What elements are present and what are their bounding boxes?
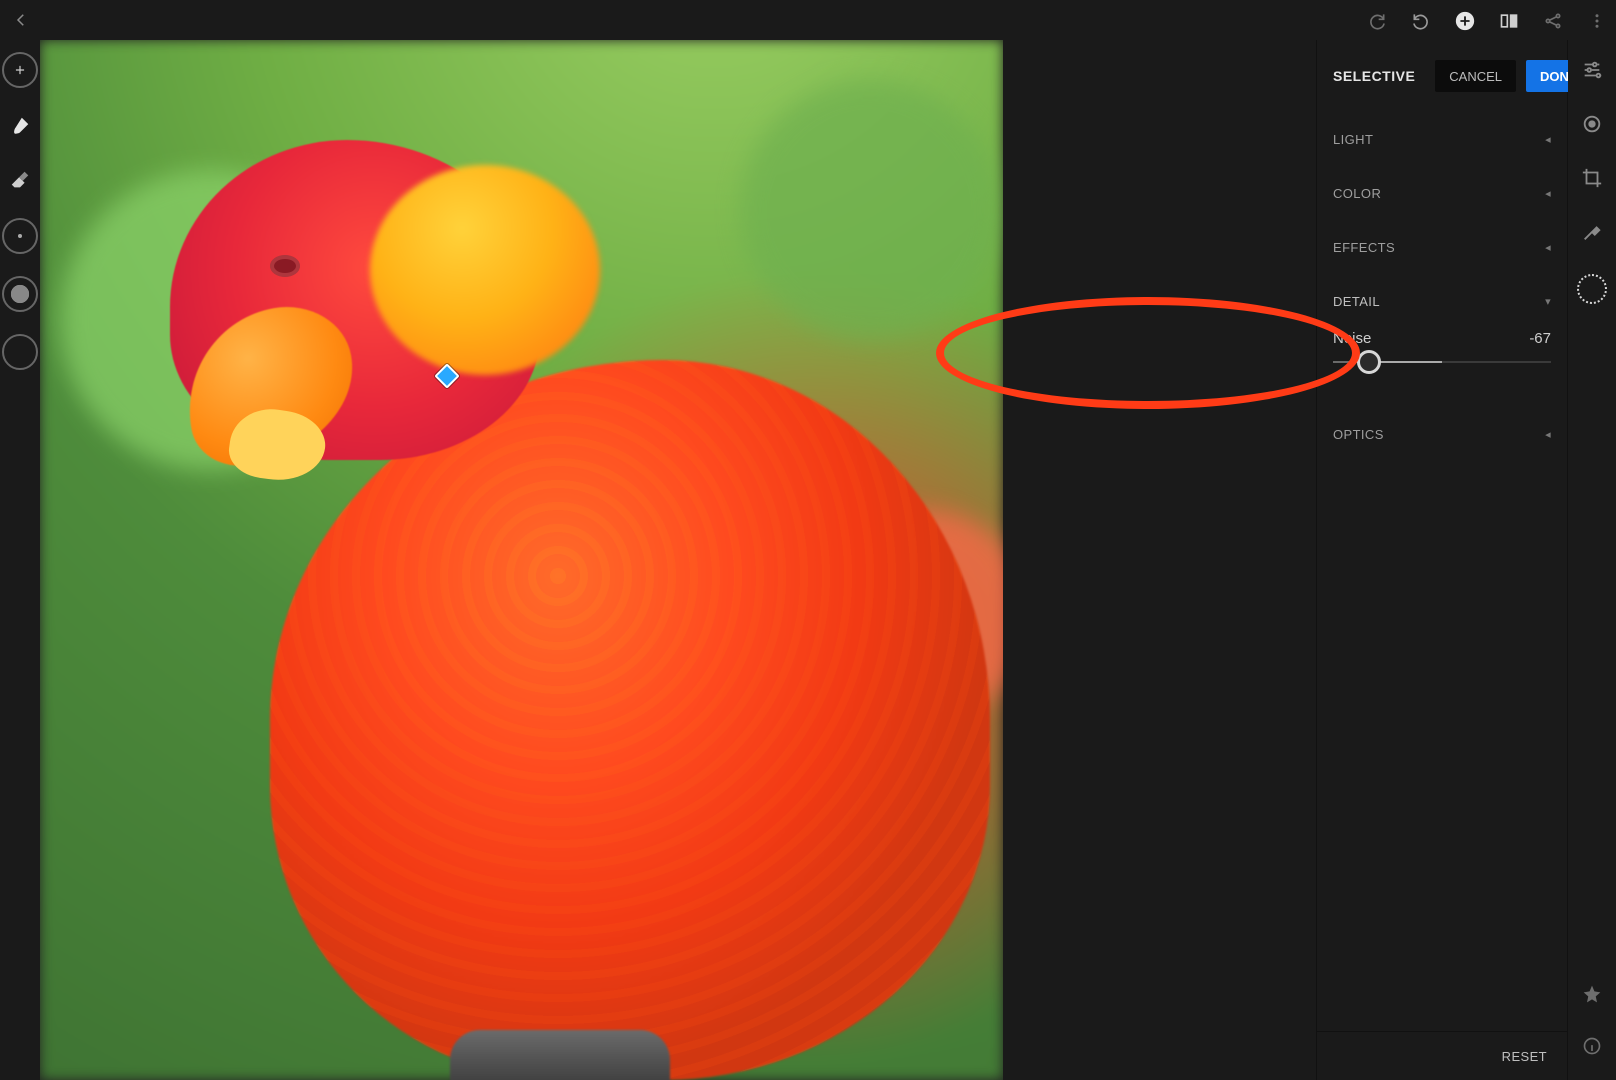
cancel-button[interactable]: CANCEL	[1435, 60, 1516, 92]
adjust-panel: SELECTIVE CANCEL DONE LIGHT ◂ COLOR ◂ EF…	[1316, 40, 1568, 1080]
crop-icon	[1581, 167, 1603, 189]
noise-slider-block: Noise -67	[1333, 328, 1551, 381]
image-canvas[interactable]	[40, 40, 1003, 1080]
compare-icon	[1498, 11, 1520, 31]
eraser-tool[interactable]	[4, 164, 36, 196]
share-icon	[1543, 11, 1563, 31]
more-button[interactable]	[1586, 10, 1608, 32]
back-arrow-icon	[12, 11, 30, 29]
section-detail[interactable]: DETAIL ▾ Noise -67	[1317, 274, 1567, 381]
star-icon	[1582, 984, 1602, 1004]
selective-tool[interactable]	[1577, 274, 1607, 304]
slider-label: Noise	[1333, 330, 1371, 347]
filled-circle-tool[interactable]	[2, 276, 38, 312]
compare-button[interactable]	[1498, 10, 1520, 32]
top-actions	[1366, 6, 1608, 36]
adjust-tool[interactable]	[1580, 58, 1604, 82]
undo-icon	[1411, 11, 1431, 31]
brush-tool[interactable]	[4, 110, 36, 142]
section-label: LIGHT	[1333, 132, 1373, 147]
share-button[interactable]	[1542, 10, 1564, 32]
noise-slider[interactable]	[1333, 361, 1551, 363]
sliders-icon	[1581, 59, 1603, 81]
section-effects[interactable]: EFFECTS ◂	[1317, 220, 1567, 274]
panel-footer: RESET	[1317, 1031, 1567, 1080]
reset-button[interactable]: RESET	[1502, 1049, 1547, 1064]
slider-value: -67	[1529, 330, 1551, 347]
photo	[40, 40, 1003, 1080]
section-label: COLOR	[1333, 186, 1381, 201]
eraser-icon	[9, 169, 31, 191]
add-icon	[1454, 10, 1476, 32]
back-button[interactable]	[6, 5, 36, 35]
chevron-left-icon: ◂	[1545, 241, 1551, 254]
panel-header: SELECTIVE CANCEL DONE	[1317, 40, 1567, 112]
panel-title: SELECTIVE	[1333, 68, 1415, 84]
left-toolbar	[0, 40, 40, 370]
redo-button[interactable]	[1366, 10, 1388, 32]
chevron-down-icon: ▾	[1545, 295, 1551, 308]
presets-icon	[1581, 113, 1603, 135]
section-optics[interactable]: OPTICS ◂	[1317, 407, 1567, 461]
chevron-left-icon: ◂	[1545, 187, 1551, 200]
eyedropper-icon	[1581, 221, 1603, 243]
add-button[interactable]	[1454, 10, 1476, 32]
empty-circle-tool[interactable]	[2, 334, 38, 370]
rate-button[interactable]	[1580, 982, 1604, 1006]
info-icon	[1582, 1036, 1602, 1056]
undo-button[interactable]	[1410, 10, 1432, 32]
panel-sections: LIGHT ◂ COLOR ◂ EFFECTS ◂ DETAIL ▾ N	[1317, 112, 1567, 1031]
chevron-left-icon: ◂	[1545, 133, 1551, 146]
right-tool-rail	[1568, 40, 1616, 1080]
section-color[interactable]: COLOR ◂	[1317, 166, 1567, 220]
section-label: DETAIL	[1333, 294, 1380, 309]
crop-tool[interactable]	[1580, 166, 1604, 190]
radial-tool[interactable]	[2, 218, 38, 254]
section-label: OPTICS	[1333, 427, 1384, 442]
healing-tool[interactable]	[1580, 220, 1604, 244]
section-light[interactable]: LIGHT ◂	[1317, 112, 1567, 166]
chevron-left-icon: ◂	[1545, 428, 1551, 441]
brush-icon	[9, 115, 31, 137]
more-icon	[1588, 12, 1606, 30]
redo-icon	[1367, 11, 1387, 31]
info-button[interactable]	[1580, 1034, 1604, 1058]
presets-tool[interactable]	[1580, 112, 1604, 136]
plus-icon	[13, 63, 27, 77]
slider-thumb[interactable]	[1357, 350, 1381, 374]
section-label: EFFECTS	[1333, 240, 1395, 255]
add-selection-tool[interactable]	[2, 52, 38, 88]
